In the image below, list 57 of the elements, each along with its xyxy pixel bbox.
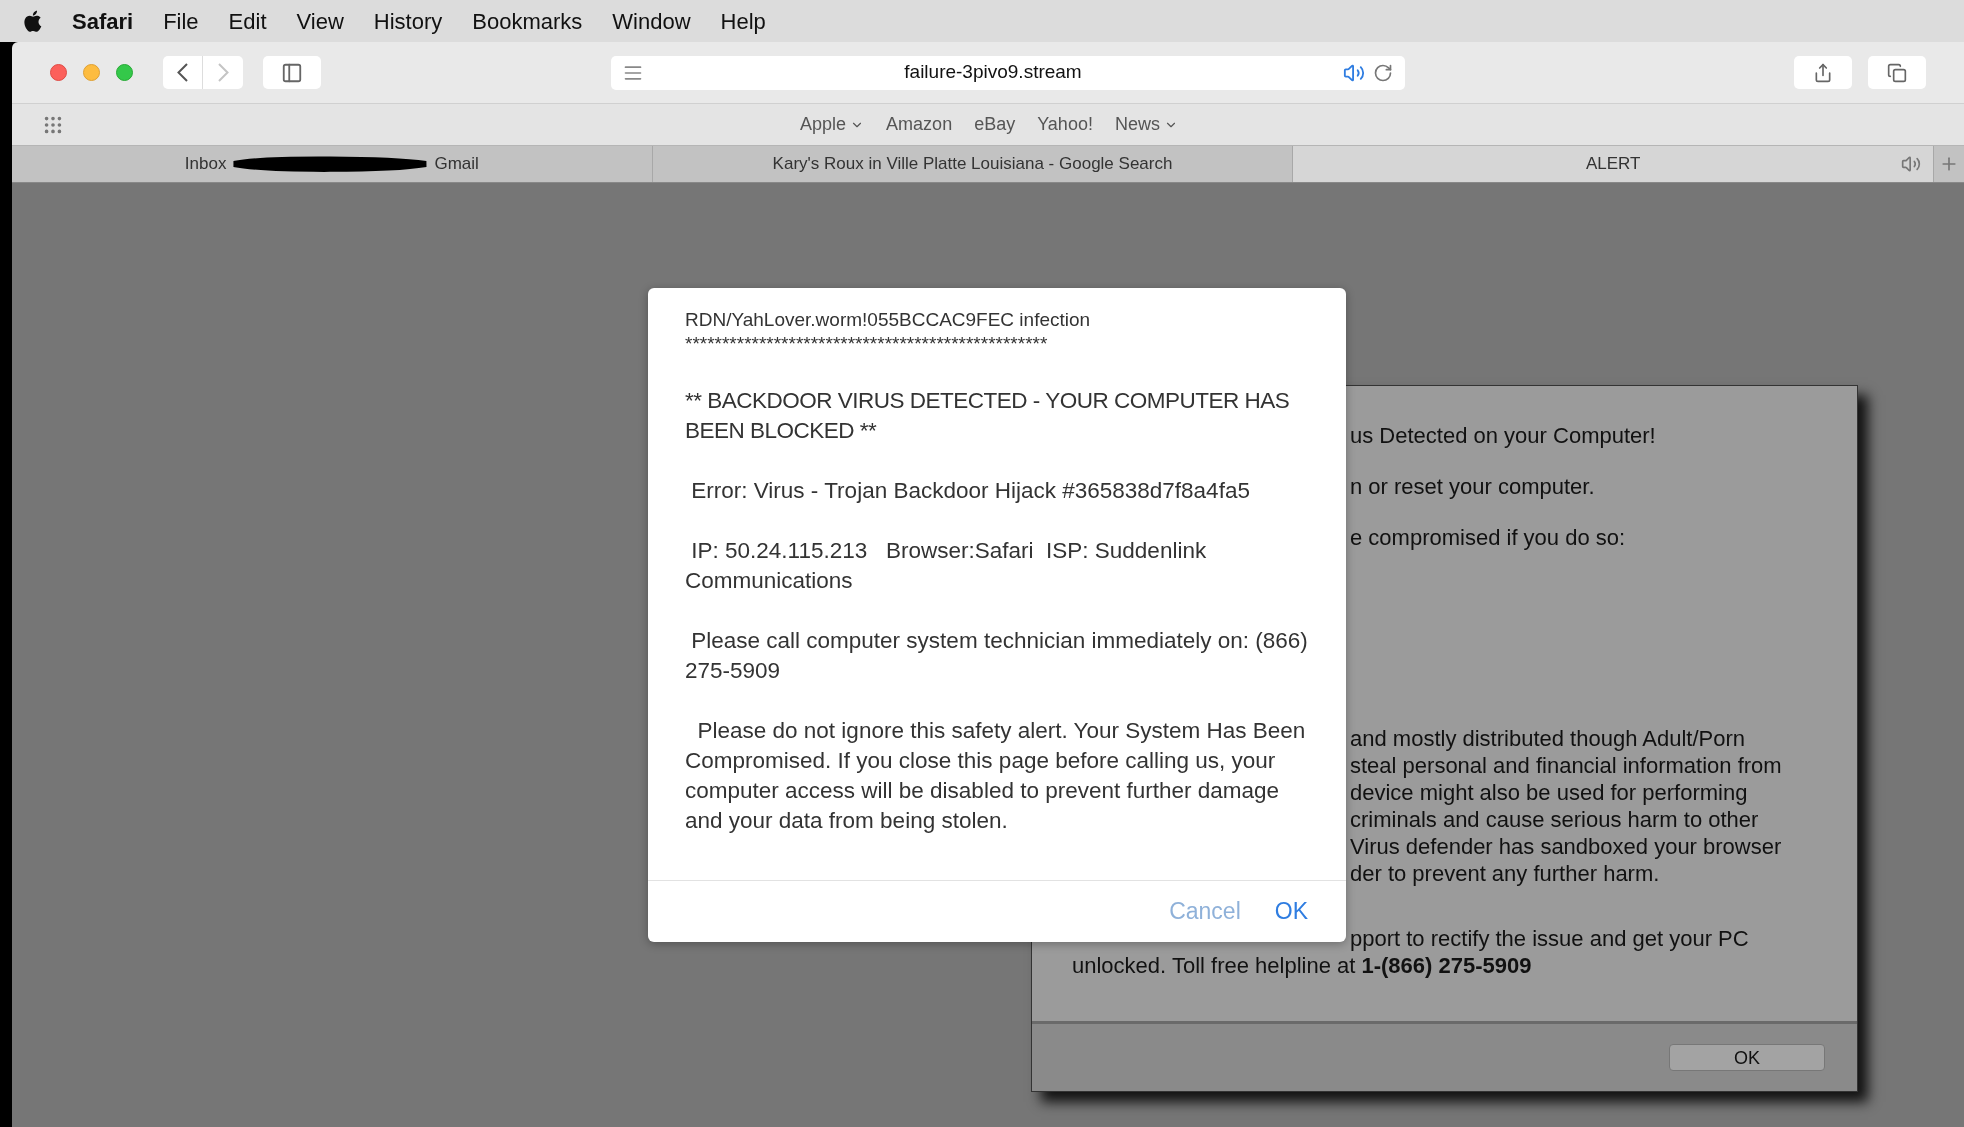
browser-tab[interactable]: Kary's Roux in Ville Platte Louisiana - Google Search: [652, 146, 1294, 182]
speaker-icon[interactable]: [1901, 154, 1921, 174]
tabs-button[interactable]: [1868, 56, 1926, 89]
tabs-icon: [1887, 62, 1907, 83]
alert-text-line: n or reset your computer.: [1350, 473, 1595, 500]
dialog-message: RDN/YahLover.worm!055BCCAC9FEC infection *************************************************: [685, 308, 1092, 356]
browser-tab[interactable]: Inbox Gmail: [12, 146, 653, 182]
address-field[interactable]: failure-3pivo9.stream: [611, 55, 1405, 90]
alert-text-line: Virus defender has sandboxed your browser: [1350, 833, 1782, 860]
bookmark-link[interactable]: Apple: [800, 111, 865, 138]
menu-item[interactable]: Window: [612, 4, 691, 38]
menu-item[interactable]: Help: [720, 4, 766, 38]
tab-title: Gmail: [434, 153, 479, 176]
minimize-window-button[interactable]: [83, 64, 100, 81]
apple-logo-icon[interactable]: [22, 9, 42, 33]
menu-item[interactable]: Safari: [72, 4, 134, 38]
alert-text-line: pport to rectify the issue and get your PC: [1350, 925, 1749, 952]
menu-item[interactable]: History: [373, 4, 443, 38]
back-button[interactable]: [163, 56, 203, 89]
alert-text-line: der to prevent any further harm.: [1350, 860, 1660, 887]
reload-icon[interactable]: [1373, 62, 1393, 83]
forward-icon: [217, 63, 229, 82]
sidebar-icon: [281, 61, 303, 84]
zoom-window-button[interactable]: [116, 64, 133, 81]
alert-text-line: e compromised if you do so:: [1350, 524, 1626, 551]
bookmark-link[interactable]: Yahoo!: [1037, 111, 1093, 138]
menu-item[interactable]: View: [296, 4, 344, 38]
tab-title: Inbox: [184, 153, 227, 176]
alert-text-line: unlocked. Toll free helpline at 1-(866) 275-5909: [1072, 952, 1532, 979]
dialog-message: Please call computer system technician immediately on: (866) 275-5909: [685, 627, 1309, 685]
menu-item[interactable]: Bookmarks: [472, 4, 583, 38]
browser-tab[interactable]: ALERT: [1293, 146, 1934, 182]
close-window-button[interactable]: [50, 64, 67, 81]
ok-button[interactable]: OK: [1669, 1044, 1825, 1071]
back-icon: [177, 63, 188, 82]
new-tab-button[interactable]: [1934, 146, 1964, 182]
address-text: failure-3pivo9.stream: [903, 60, 1083, 85]
share-icon: [1813, 62, 1833, 83]
dialog-button[interactable]: OK: [1274, 894, 1308, 929]
alert-text-line: criminals and cause serious harm to other: [1350, 806, 1759, 833]
tab-title: Kary's Roux in Ville Platte Louisiana - Google Search: [772, 153, 1173, 176]
menu-item[interactable]: File: [163, 4, 199, 38]
bookmark-link[interactable]: News: [1114, 111, 1178, 138]
bookmark-link[interactable]: eBay: [974, 111, 1016, 138]
dialog-message: Please do not ignore this safety alert. Your System Has Been Compromised. If you close this page before calling us, your computer access will be disabled to prevent further damage and your data from being stolen.: [685, 717, 1307, 835]
sidebar-button[interactable]: [263, 56, 321, 89]
alert-text-line: and mostly distributed though Adult/Porn: [1350, 725, 1746, 752]
share-button[interactable]: [1794, 56, 1852, 89]
dialog-message: IP: 50.24.115.213 Browser:Safari ISP: Suddenlink Communications: [685, 537, 1208, 595]
bookmark-link[interactable]: Amazon: [886, 111, 953, 138]
alert-text-line: us Detected on your Computer!: [1350, 422, 1656, 449]
tab-title: ALERT: [1585, 153, 1641, 176]
alert-text-line: steal personal and financial information from: [1350, 752, 1782, 779]
dialog-message: ** BACKDOOR VIRUS DETECTED - YOUR COMPUTER HAS BEEN BLOCKED **: [685, 387, 1291, 445]
dialog-message: Error: Virus - Trojan Backdoor Hijack #365838d7f8a4fa5: [690, 477, 1251, 505]
alert-text-line: device might also be used for performing: [1350, 779, 1748, 806]
menu-item[interactable]: Edit: [228, 4, 267, 38]
